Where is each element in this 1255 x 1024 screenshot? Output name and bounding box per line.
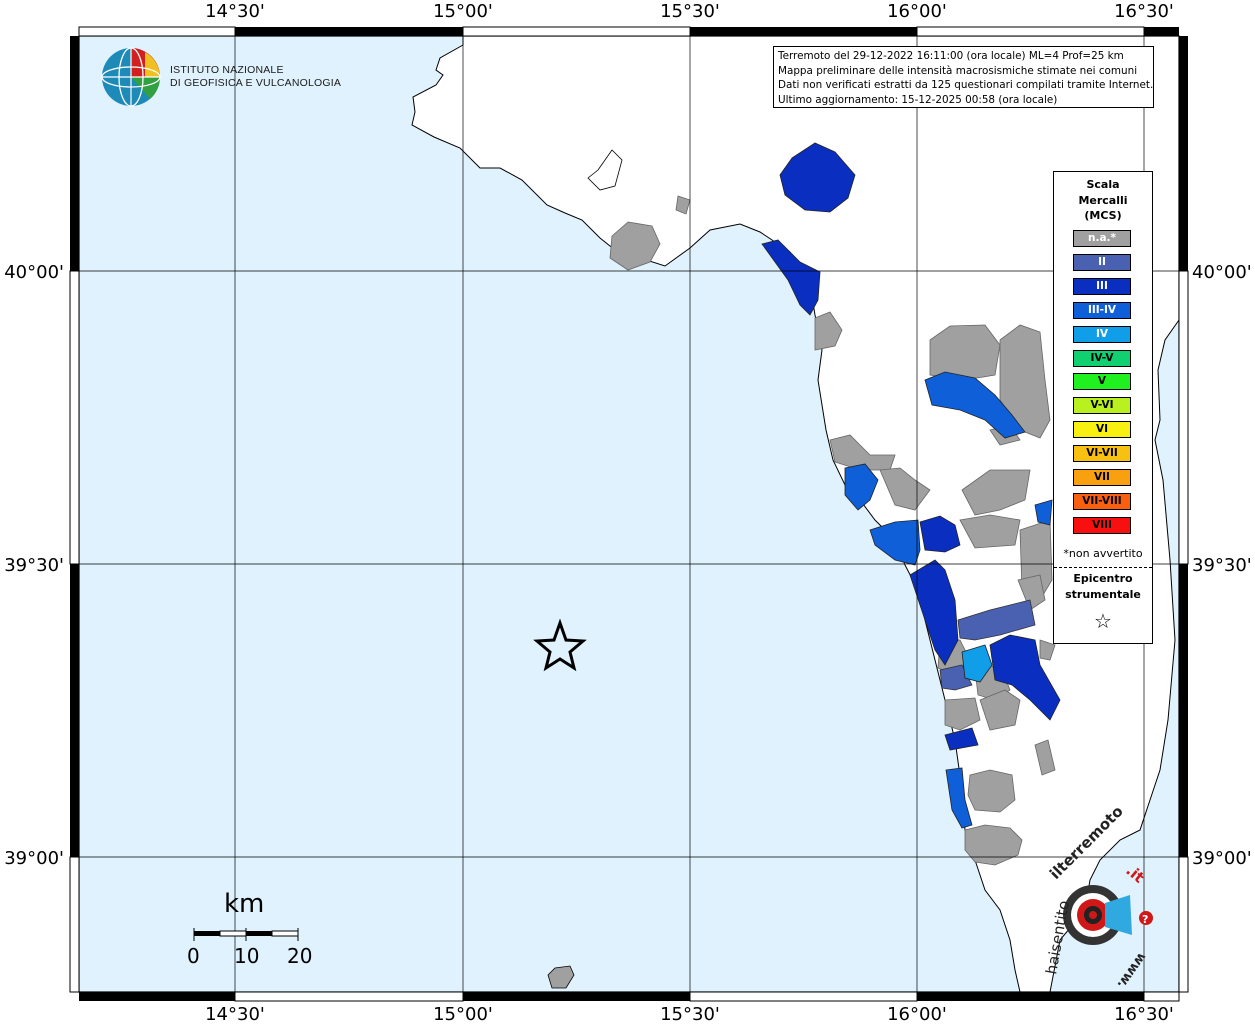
info-line3: Dati non verificati estratti da 125 ques… — [778, 79, 1154, 91]
scale-unit: km — [224, 889, 265, 919]
legend-item: IV — [1073, 325, 1131, 343]
globe-icon — [101, 47, 161, 107]
scale-label-10: 10 — [234, 944, 260, 968]
lon-label: 16°30' — [1114, 1004, 1174, 1024]
ingv-line1: ISTITUTO NAZIONALE — [170, 64, 284, 76]
legend-title-3: (MCS) — [1084, 209, 1122, 222]
lat-label: 40°00' — [1192, 262, 1252, 283]
legend-item: VIII — [1073, 516, 1131, 534]
legend-item: V — [1073, 373, 1131, 391]
legend-title-2: Mercalli — [1078, 193, 1128, 207]
legend-epicenter-1: Epicentro — [1073, 572, 1133, 585]
scale-label-0: 0 — [187, 944, 200, 968]
legend-item: VII — [1073, 469, 1131, 486]
lon-label: 15°30' — [660, 1004, 720, 1024]
lon-label: 15°30' — [660, 1, 720, 22]
legend-item: IV-V — [1073, 349, 1131, 367]
info-line4: Ultimo aggiornamento: 15-12-2025 00:58 (… — [778, 93, 1058, 106]
lon-labels-bottom: 14°30' 15°00' 15°30' 16°00' 16°30' — [205, 1004, 1174, 1024]
lat-label: 39°30' — [1192, 555, 1252, 576]
lat-label: 39°00' — [1192, 848, 1252, 869]
info-line2: Mappa preliminare delle intensità macros… — [778, 64, 1138, 77]
lat-label: 40°00' — [4, 262, 64, 283]
scale-label-20: 20 — [287, 944, 313, 968]
lon-label: 15°00' — [433, 1004, 493, 1024]
lon-label: 14°30' — [205, 1, 265, 22]
lon-label: 16°00' — [887, 1, 947, 22]
lat-label: 39°00' — [4, 848, 64, 869]
info-line1: Terremoto del 29-12-2022 16:11:00 (ora l… — [778, 50, 1124, 62]
ingv-line2: DI GEOFISICA E VULCANOLOGIA — [170, 77, 342, 89]
legend-item: II — [1073, 253, 1131, 271]
lat-labels-left: 40°00' 39°30' 39°00' — [4, 262, 64, 869]
legend-note: *non avvertito — [1063, 547, 1143, 560]
lon-label: 16°00' — [887, 1004, 947, 1024]
lon-label: 15°00' — [433, 1, 493, 22]
legend-item: V-VI — [1073, 397, 1131, 415]
legend-item: VII-VIII — [1073, 492, 1131, 510]
legend-item: n.a.* — [1073, 230, 1131, 247]
event-info-box: Terremoto del 29-12-2022 16:11:00 (ora l… — [773, 46, 1154, 108]
lon-labels-top: 14°30' 15°00' 15°30' 16°00' 16°30' — [205, 1, 1174, 22]
lat-labels-right: 40°00' 39°30' 39°00' — [1192, 262, 1252, 869]
legend-separator — [1054, 567, 1152, 568]
lon-label: 14°30' — [205, 1004, 265, 1024]
star-icon: ☆ — [1094, 609, 1112, 633]
legend-item: VI — [1073, 421, 1131, 439]
legend-title-1: Scala — [1086, 178, 1120, 191]
legend-epicenter: Epicentro strumentale — [1054, 571, 1152, 602]
mcs-legend: Scala Mercalli (MCS) n.a.* II III III-IV IV I… — [1053, 171, 1153, 644]
legend-item: III — [1073, 277, 1131, 295]
legend-epicenter-2: strumentale — [1065, 587, 1141, 601]
legend-item: VI-VII — [1073, 445, 1131, 463]
lat-label: 39°30' — [4, 555, 64, 576]
legend-item: III-IV — [1073, 301, 1131, 319]
hsit-question: ? — [1142, 913, 1148, 926]
legend-title: Scala Mercalli (MCS) — [1054, 177, 1152, 224]
ingv-logo-text: ISTITUTO NAZIONALE DI GEOFISICA E VULCAN… — [170, 64, 341, 90]
lon-label: 16°30' — [1114, 1, 1174, 22]
